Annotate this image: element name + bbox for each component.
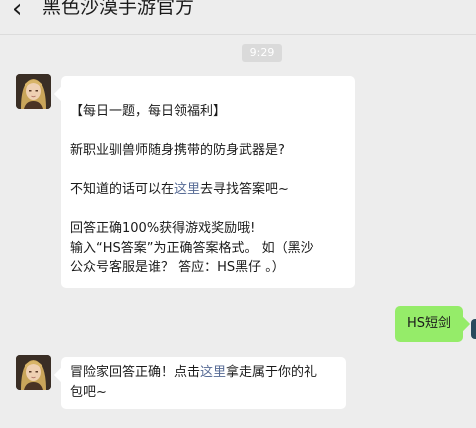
message-text: 去寻找答案吧~ — [200, 182, 289, 197]
message-line: 包吧~ — [70, 384, 107, 400]
reply-text: HS短剑 — [407, 316, 452, 331]
message-timestamp: 9:29 — [242, 44, 282, 62]
message-line: 回答正确100%获得游戏奖励哦! — [70, 221, 256, 236]
message-line: 冒险家回答正确！点击这里拿走属于你的礼 — [70, 363, 342, 383]
chat-header: ‹ 黑色沙漠手游官方 — [0, 0, 476, 35]
back-icon[interactable]: ‹ — [12, 0, 22, 24]
outgoing-message-bubble: HS短剑 — [395, 306, 463, 342]
message-line: 【每日一题，每日领福利】 — [70, 104, 227, 119]
avatar-image — [16, 74, 51, 109]
incoming-message-bubble: 冒险家回答正确！点击这里拿走属于你的礼 包吧~ — [61, 357, 346, 409]
message-text: 拿走属于你的礼 — [226, 365, 318, 380]
sender-avatar[interactable] — [16, 74, 51, 109]
avatar-image — [16, 355, 51, 390]
message-line: 输入“HS答案”为正确答案格式。 如（黑沙 — [70, 240, 314, 256]
incoming-message-bubble: 【每日一题，每日领福利】 新职业驯兽师随身携带的防身武器是? 不知道的话可以在这… — [61, 76, 355, 288]
sender-avatar[interactable] — [16, 355, 51, 390]
message-text: 不知道的话可以在 — [70, 182, 175, 197]
chat-title: 黑色沙漠手游官方 — [42, 0, 195, 18]
message-line: 公众号客服是谁？ 答应：HS黑仔 。） — [70, 260, 285, 275]
here-link[interactable]: 这里 — [200, 365, 226, 380]
message-text: 冒险家回答正确！点击 — [70, 365, 201, 380]
here-link[interactable]: 这里 — [174, 182, 200, 197]
message-line: 新职业驯兽师随身携带的防身武器是? — [70, 143, 285, 158]
message-line: 不知道的话可以在这里去寻找答案吧~ — [70, 180, 352, 200]
self-avatar[interactable] — [471, 319, 476, 339]
